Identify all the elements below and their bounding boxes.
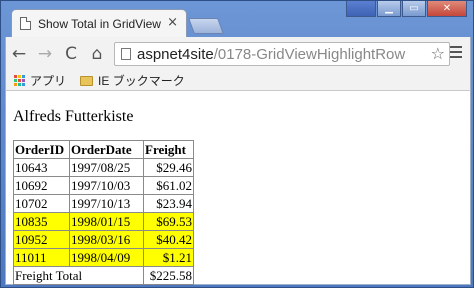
orders-gridview: OrderID OrderDate Freight 10643 1997/08/2… [13, 140, 194, 285]
table-row: 10702 1997/10/13 $23.94 [13, 194, 194, 213]
cell-orderdate: 1997/10/13 [69, 194, 144, 213]
url-path: /0178-GridViewHighlightRow [213, 45, 406, 63]
cell-freight: $29.46 [143, 158, 194, 177]
browser-window: ▁ ▭ ✕ Show Total in GridView × ← → C ⌂ a… [0, 0, 474, 288]
grid-header-row: OrderID OrderDate Freight [13, 140, 194, 159]
cell-orderid: 11011 [13, 248, 70, 267]
cell-orderid: 10692 [13, 176, 70, 195]
minimize-button[interactable]: ▁ [377, 1, 401, 17]
footer-total: $225.58 [143, 266, 194, 285]
bookmark-star-icon[interactable]: ☆ [428, 44, 447, 63]
cell-orderdate: 1998/04/09 [69, 248, 144, 267]
back-icon[interactable]: ← [6, 44, 32, 64]
cell-freight: $1.21 [143, 248, 194, 267]
page-info-icon[interactable] [121, 48, 131, 60]
folder-icon [80, 75, 94, 86]
page-content: Alfreds Futterkiste OrderID OrderDate Fr… [5, 91, 471, 285]
address-bar[interactable]: aspnet4site /0178-GridViewHighlightRow ☆ [114, 42, 450, 66]
cell-freight: $61.02 [143, 176, 194, 195]
cell-freight: $69.53 [143, 212, 194, 231]
chrome-menu-icon[interactable] [450, 46, 462, 61]
ie-bookmarks-folder[interactable]: IE ブックマーク [98, 72, 185, 89]
maximize-button[interactable]: ▭ [402, 1, 426, 17]
cell-orderid: 10643 [13, 158, 70, 177]
table-row: 10643 1997/08/25 $29.46 [13, 158, 194, 177]
home-icon[interactable]: ⌂ [84, 44, 110, 64]
table-row: 10835 1998/01/15 $69.53 [13, 212, 194, 231]
header-freight: Freight [143, 140, 194, 159]
close-window-button[interactable]: ✕ [427, 1, 467, 17]
cell-orderdate: 1998/01/15 [69, 212, 144, 231]
footer-label: Freight Total [13, 266, 144, 285]
cell-freight: $40.42 [143, 230, 194, 249]
window-controls: ▁ ▭ ✕ [346, 1, 467, 17]
apps-bookmark[interactable]: アプリ [30, 72, 66, 89]
cell-orderid: 10952 [13, 230, 70, 249]
page-icon [20, 17, 31, 30]
header-orderid: OrderID [13, 140, 70, 159]
forward-icon[interactable]: → [32, 44, 58, 64]
cell-orderdate: 1998/03/16 [69, 230, 144, 249]
url-host: aspnet4site [137, 45, 214, 63]
grid-footer-row: Freight Total $225.58 [13, 266, 194, 285]
bookmarks-bar: アプリ IE ブックマーク [5, 71, 471, 91]
cell-orderid: 10835 [13, 212, 70, 231]
new-tab-button[interactable] [188, 18, 224, 34]
browser-toolbar: ← → C ⌂ aspnet4site /0178-GridViewHighli… [5, 37, 471, 71]
cell-freight: $23.94 [143, 194, 194, 213]
table-row: 10692 1997/10/03 $61.02 [13, 176, 194, 195]
header-orderdate: OrderDate [69, 140, 144, 159]
tab-title: Show Total in GridView [38, 16, 161, 31]
cell-orderdate: 1997/10/03 [69, 176, 144, 195]
close-tab-icon[interactable]: × [167, 16, 178, 30]
table-row: 11011 1998/04/09 $1.21 [13, 248, 194, 267]
cell-orderid: 10702 [13, 194, 70, 213]
apps-grid-icon[interactable] [14, 75, 25, 86]
profile-button[interactable] [346, 1, 376, 17]
company-heading: Alfreds Futterkiste [13, 108, 134, 125]
table-row: 10952 1998/03/16 $40.42 [13, 230, 194, 249]
cell-orderdate: 1997/08/25 [69, 158, 144, 177]
reload-icon[interactable]: C [58, 44, 84, 64]
browser-tab[interactable]: Show Total in GridView × [11, 9, 187, 37]
